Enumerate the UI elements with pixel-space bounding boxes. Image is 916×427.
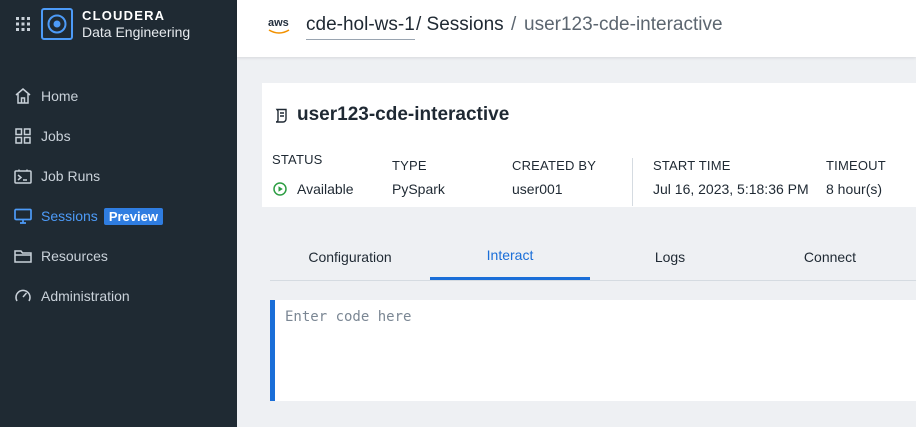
aws-logo: aws [268,17,289,29]
play-circle-icon [273,182,287,196]
session-summary-card: user123-cde-interactive STATUS Available… [262,83,916,207]
sidebar-item-label: Administration [41,288,130,304]
app-launcher-icon[interactable] [16,17,30,31]
session-icon [275,108,287,123]
sidebar-item-sessions[interactable]: Sessions Preview [0,196,237,236]
timeout-value: 8 hour(s) [826,181,883,197]
session-tabs: Configuration Interact Logs Connect [270,233,916,281]
preview-badge: Preview [103,207,163,225]
start-time-label: START TIME [653,158,731,173]
sidebar-item-jobs[interactable]: Jobs [0,116,237,156]
sidebar-item-home[interactable]: Home [0,76,237,116]
tab-logs[interactable]: Logs [590,233,750,280]
tab-connect[interactable]: Connect [750,233,910,280]
created-by-label: CREATED BY [512,158,597,173]
breadcrumb-separator: / [511,14,517,35]
folder-icon [13,246,33,266]
brand: CLOUDERA Data Engineering [82,8,190,41]
sidebar-item-label: Resources [41,248,108,264]
sidebar-item-label: Home [41,88,79,104]
field-divider [632,158,633,206]
sidebar-item-label: Jobs [41,128,71,144]
terminal-icon [13,166,33,186]
sidebar-item-label: Job Runs [41,168,101,184]
breadcrumb-current: user123-cde-interactive [524,14,723,35]
grid-jobs-icon [13,126,33,146]
type-value: PySpark [392,181,445,197]
timeout-label: TIMEOUT [826,158,886,173]
type-label: TYPE [392,158,427,173]
brand-product: Data Engineering [82,24,191,40]
breadcrumb-sessions[interactable]: / Sessions [416,14,504,36]
aws-smile-icon [268,29,290,34]
home-icon [13,86,33,106]
brand-name: CLOUDERA [82,8,166,23]
sidebar-item-job-runs[interactable]: Job Runs [0,156,237,196]
sidebar-item-label: Sessions [41,208,98,224]
sidebar-nav: Home Jobs Job Runs Sessions Preview Reso… [0,76,237,316]
top-header: aws cde-hol-ws-1 / Sessions / user123-cd… [237,0,916,57]
workspace-selector[interactable]: cde-hol-ws-1 [306,14,415,40]
status-value: Available [297,181,354,197]
sidebar: CLOUDERA Data Engineering Home Jobs Job … [0,0,237,427]
code-editor [270,300,916,401]
monitor-icon [13,206,33,226]
tab-configuration[interactable]: Configuration [270,233,430,280]
code-input[interactable] [275,300,916,401]
sidebar-item-administration[interactable]: Administration [0,276,237,316]
tab-interact[interactable]: Interact [430,233,590,280]
session-title: user123-cde-interactive [297,104,510,125]
sidebar-item-resources[interactable]: Resources [0,236,237,276]
cloudera-logo-icon [41,8,73,40]
status-label: STATUS [272,152,323,167]
start-time-value: Jul 16, 2023, 5:18:36 PM [653,181,809,197]
created-by-value: user001 [512,181,563,197]
gauge-icon [13,286,33,306]
